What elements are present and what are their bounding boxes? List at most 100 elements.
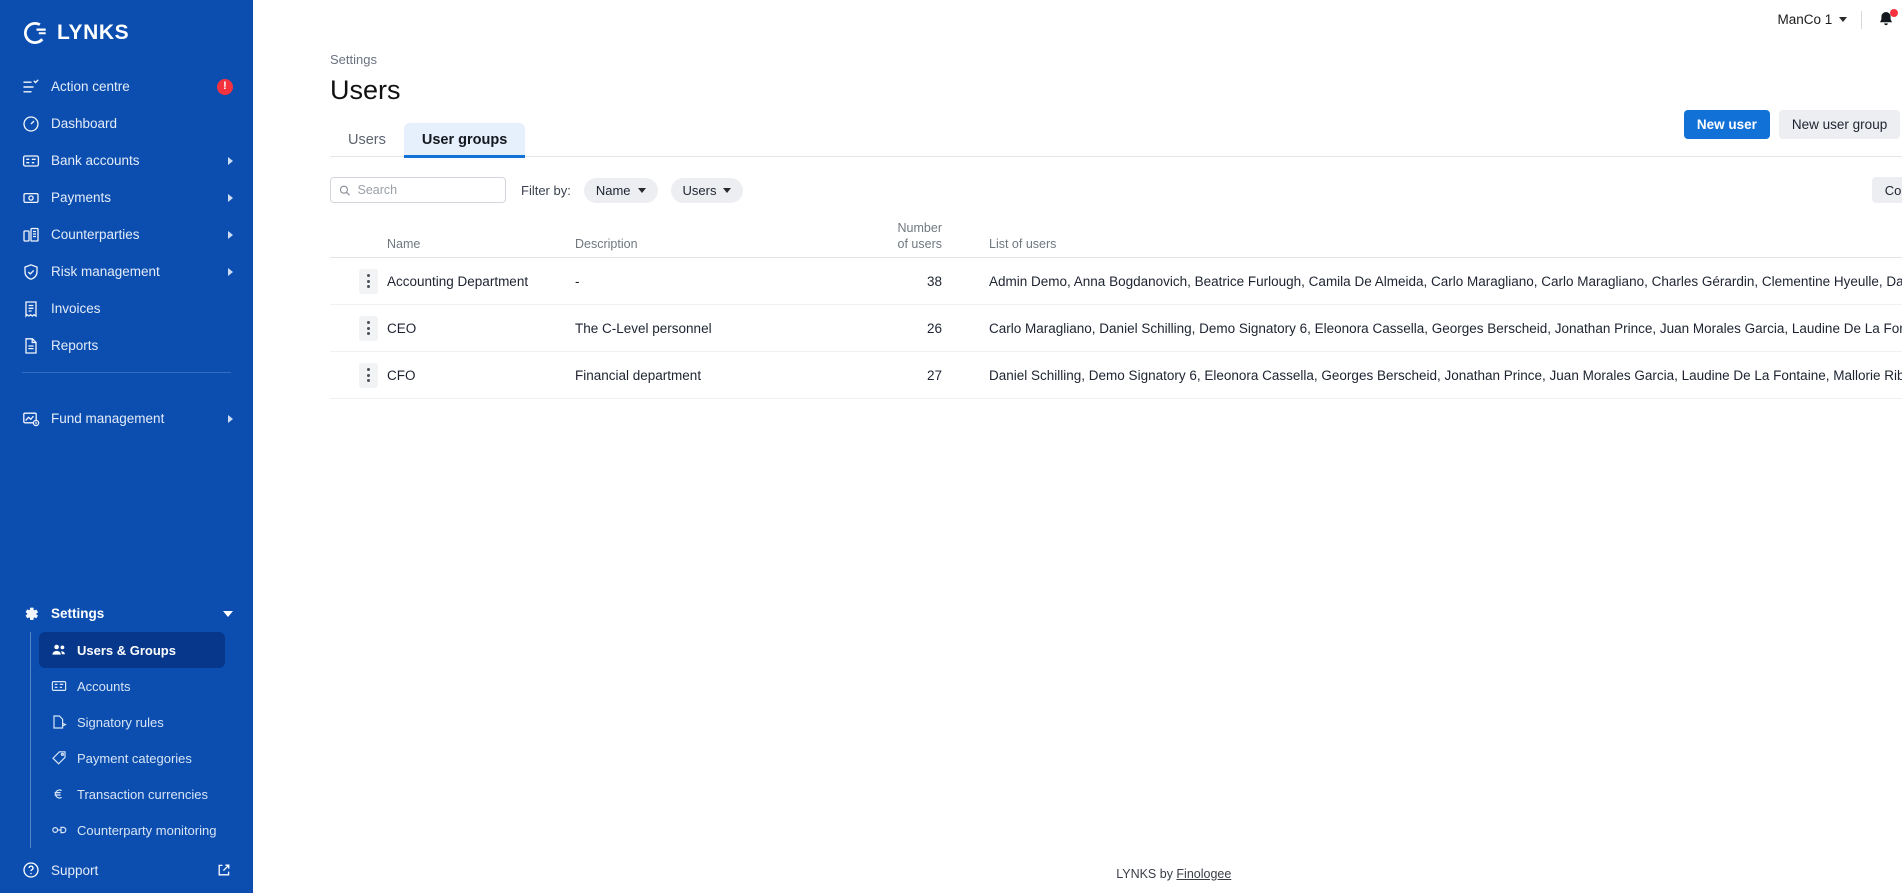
topbar: ManCo 1 Daniel Schilling bbox=[253, 0, 1902, 40]
sidebar-subitem-label: Signatory rules bbox=[77, 714, 164, 730]
cell-number-of-users: 27 bbox=[926, 367, 942, 383]
tab-users[interactable]: Users bbox=[330, 123, 404, 156]
gear-icon bbox=[25, 607, 38, 620]
sidebar-item-payments[interactable]: Payments bbox=[0, 179, 253, 216]
cell-list-of-users: Daniel Schilling, Demo Signatory 6, Eleo… bbox=[989, 367, 1902, 383]
cell-name: CEO bbox=[387, 320, 417, 336]
cell-number-of-users: 26 bbox=[926, 320, 942, 336]
cell-description: The C-Level personnel bbox=[575, 320, 712, 336]
sidebar-subitem-label: Transaction currencies bbox=[77, 786, 209, 802]
chevron-right-icon bbox=[228, 156, 233, 165]
payments-icon bbox=[23, 192, 39, 203]
counterparty-monitoring-icon bbox=[52, 826, 67, 834]
sidebar-item-invoices[interactable]: Invoices bbox=[0, 290, 253, 327]
sidebar-subitem-label: Payment categories bbox=[77, 750, 192, 766]
bank-accounts-icon bbox=[22, 154, 40, 167]
cell-description: - bbox=[575, 273, 580, 289]
brand-logo[interactable]: LYNKS bbox=[0, 0, 253, 52]
counterparties-icon bbox=[23, 227, 39, 242]
sidebar-item-label: Dashboard bbox=[51, 116, 118, 131]
sidebar-item-label: Action centre bbox=[51, 79, 130, 94]
sidebar-item-transaction-currencies[interactable]: Transaction currencies bbox=[39, 776, 253, 812]
sidebar-item-settings[interactable]: Settings bbox=[0, 595, 253, 632]
sidebar-item-support[interactable]: Support bbox=[0, 861, 253, 879]
filter-pill-label: Name bbox=[595, 182, 631, 198]
row-actions-menu-icon[interactable] bbox=[359, 268, 378, 294]
table-header-list-of-users[interactable]: List of users bbox=[952, 237, 1902, 253]
sidebar-subitem-label: Counterparty monitoring bbox=[77, 822, 217, 838]
table-row[interactable]: CEO The C-Level personnel 26 Carlo Marag… bbox=[330, 305, 1902, 353]
sidebar-item-label: Reports bbox=[51, 338, 99, 353]
table-header-description[interactable]: Description bbox=[575, 237, 857, 253]
sidebar-item-label: Payments bbox=[51, 190, 112, 205]
app-root: LYNKS Action centre ! Dashboard Bank acc… bbox=[0, 0, 1902, 893]
fund-management-icon bbox=[23, 412, 40, 426]
cell-description: Financial department bbox=[575, 367, 702, 383]
chevron-down-icon bbox=[723, 187, 732, 193]
chevron-right-icon bbox=[228, 230, 233, 239]
search-box[interactable] bbox=[330, 177, 506, 203]
signatory-rules-icon bbox=[53, 715, 67, 729]
filter-pill-users[interactable]: Users bbox=[670, 177, 744, 203]
sidebar-item-fund-management[interactable]: Fund management bbox=[0, 400, 253, 437]
payment-categories-icon bbox=[52, 751, 66, 765]
sidebar-item-action-centre[interactable]: Action centre ! bbox=[0, 68, 253, 105]
chevron-right-icon bbox=[228, 267, 233, 276]
tabs: Users User groups bbox=[330, 123, 1902, 158]
sidebar-item-users-groups[interactable]: Users & Groups bbox=[39, 632, 225, 668]
sidebar-item-label: Risk management bbox=[51, 264, 160, 279]
notifications-button[interactable] bbox=[1862, 8, 1902, 30]
user-groups-table: Name Description Number of users List of… bbox=[330, 221, 1902, 400]
table-header-name[interactable]: Name bbox=[387, 237, 575, 253]
invoices-icon bbox=[25, 300, 37, 318]
chevron-down-icon bbox=[1839, 17, 1848, 22]
footer-prefix: LYNKS by bbox=[1116, 867, 1177, 881]
sidebar-item-counterparty-monitoring[interactable]: Counterparty monitoring bbox=[39, 812, 253, 848]
settings-section: Settings Users & Groups Accounts Signato… bbox=[0, 595, 253, 848]
bell-icon bbox=[1876, 8, 1899, 30]
sidebar-item-label: Invoices bbox=[51, 301, 101, 316]
footer-link-finologee[interactable]: Finologee bbox=[1176, 867, 1231, 881]
columns-button[interactable]: Columns bbox=[1871, 177, 1902, 203]
row-menu-cell bbox=[330, 362, 387, 388]
sidebar-item-bank-accounts[interactable]: Bank accounts bbox=[0, 142, 253, 179]
sidebar-item-risk-management[interactable]: Risk management bbox=[0, 253, 253, 290]
row-actions-menu-icon[interactable] bbox=[359, 315, 378, 341]
users-groups-icon bbox=[52, 644, 65, 655]
sidebar-item-payment-categories[interactable]: Payment categories bbox=[39, 740, 253, 776]
sidebar-item-dashboard[interactable]: Dashboard bbox=[0, 105, 253, 142]
row-actions-menu-icon[interactable] bbox=[359, 362, 378, 388]
breadcrumb[interactable]: Settings bbox=[275, 40, 1902, 67]
company-name: ManCo 1 bbox=[1777, 12, 1833, 27]
search-input[interactable] bbox=[357, 183, 497, 197]
cell-name: Accounting Department bbox=[387, 273, 529, 289]
notification-dot bbox=[1890, 8, 1899, 17]
tab-user-groups[interactable]: User groups bbox=[403, 123, 526, 158]
filter-bar-right: Columns Default view * bbox=[1871, 177, 1902, 203]
reports-icon bbox=[25, 337, 37, 354]
transaction-currencies-icon bbox=[54, 789, 62, 799]
table-header-number-of-users[interactable]: Number of users bbox=[857, 221, 952, 252]
table-row[interactable]: Accounting Department - 38 Admin Demo, A… bbox=[330, 258, 1902, 306]
action-centre-icon bbox=[23, 79, 39, 92]
external-link-icon bbox=[218, 864, 230, 876]
row-menu-cell bbox=[330, 268, 387, 294]
sidebar-item-accounts[interactable]: Accounts bbox=[39, 668, 253, 704]
company-selector[interactable]: ManCo 1 bbox=[1763, 12, 1861, 27]
table-row[interactable]: CFO Financial department 27 Daniel Schil… bbox=[330, 352, 1902, 400]
chevron-down-icon bbox=[637, 187, 646, 193]
cell-list-of-users: Admin Demo, Anna Bogdanovich, Beatrice F… bbox=[989, 273, 1902, 289]
dashboard-icon bbox=[23, 115, 39, 132]
page-title: Users bbox=[330, 75, 401, 105]
lynks-logo-icon bbox=[23, 21, 46, 44]
page-content: Settings Users New user New user group D… bbox=[253, 40, 1902, 893]
cell-name: CFO bbox=[387, 367, 416, 383]
sidebar-item-label: Support bbox=[51, 862, 99, 878]
action-centre-badge: ! bbox=[217, 78, 233, 95]
settings-subnav: Users & Groups Accounts Signatory rules bbox=[30, 632, 253, 848]
sidebar-item-reports[interactable]: Reports bbox=[0, 327, 253, 364]
sidebar-item-counterparties[interactable]: Counterparties bbox=[0, 216, 253, 253]
filter-pill-name[interactable]: Name bbox=[583, 177, 658, 203]
sidebar-item-signatory-rules[interactable]: Signatory rules bbox=[39, 704, 253, 740]
